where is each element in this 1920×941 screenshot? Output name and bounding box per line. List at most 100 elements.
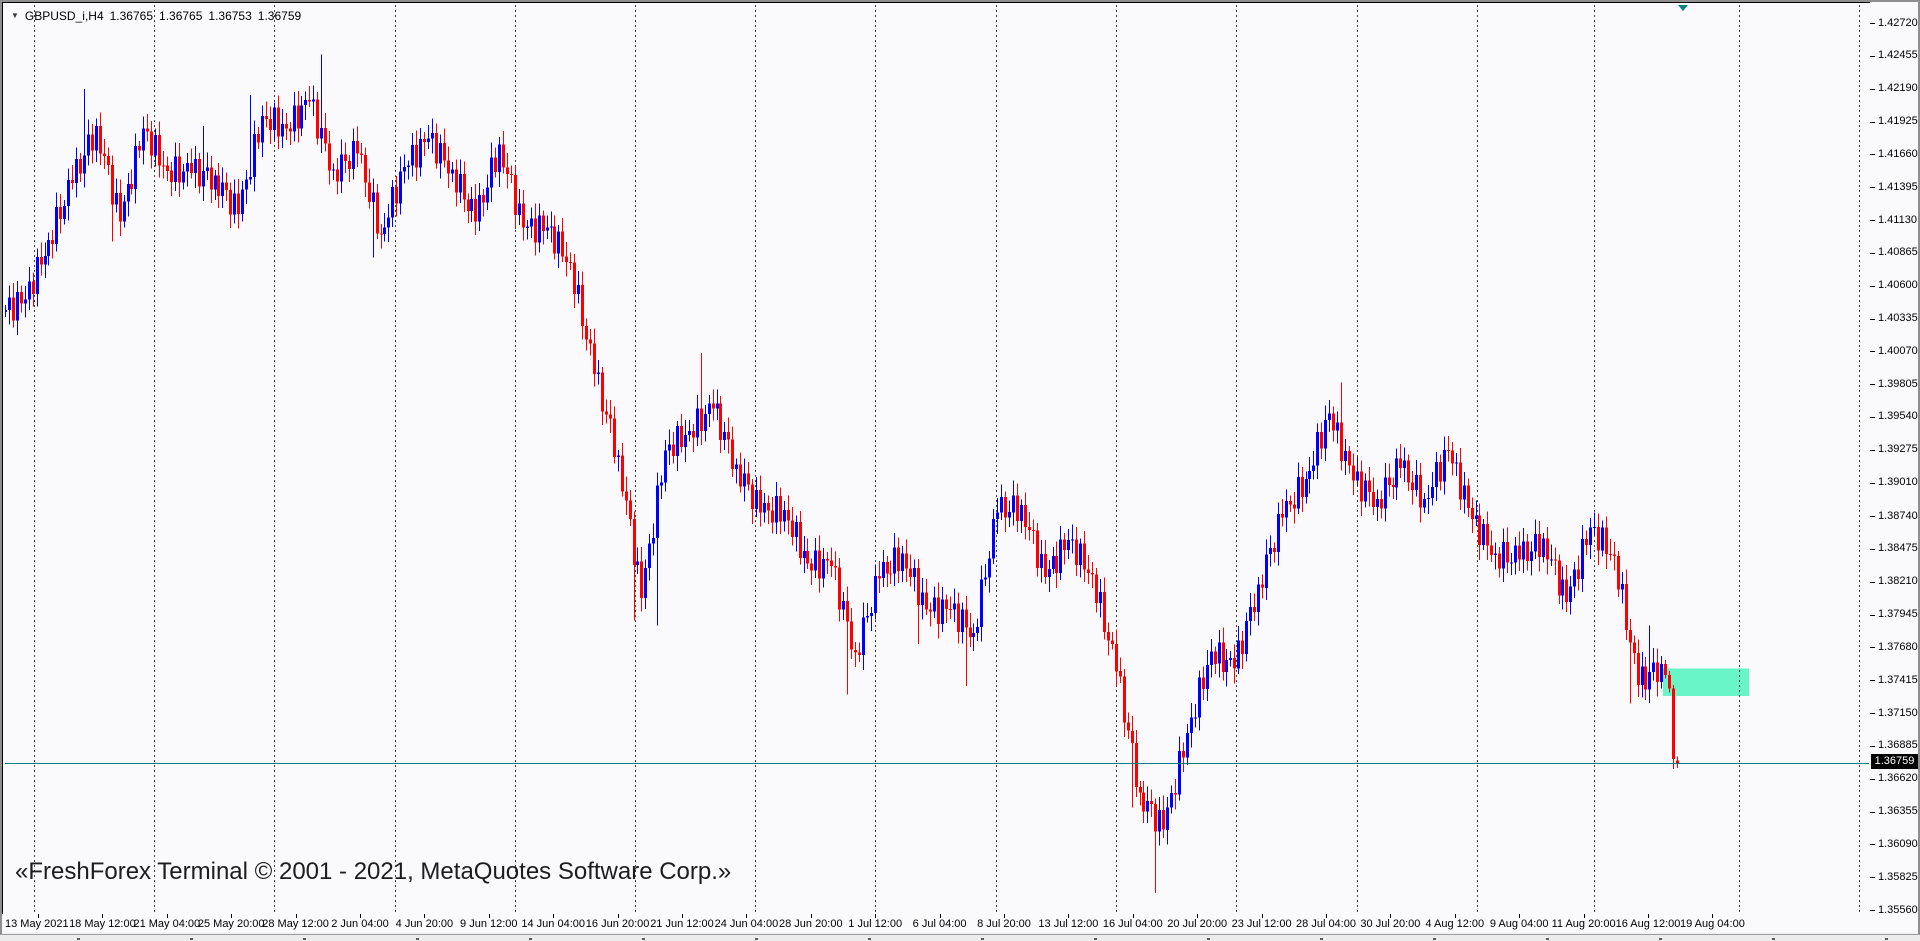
time-axis-label: 13 Jul 12:00: [1038, 918, 1098, 930]
window-top-edge: [0, 0, 1920, 2]
time-axis-label: 16 Aug 12:00: [1616, 918, 1681, 930]
price-tick: [1870, 713, 1875, 714]
price-tick: [1870, 187, 1875, 188]
price-axis-label: 1.36355: [1878, 805, 1918, 817]
price-axis-label: 1.36885: [1878, 739, 1918, 751]
time-axis-label: 28 Jun 20:00: [779, 918, 843, 930]
price-axis-label: 1.38210: [1878, 575, 1918, 587]
time-axis-label: 1 Jul 12:00: [848, 918, 902, 930]
time-axis-label: 28 May 12:00: [262, 918, 329, 930]
time-axis-label: 4 Aug 12:00: [1425, 918, 1484, 930]
price-tick: [1870, 516, 1875, 517]
time-axis-label: 4 Jun 20:00: [396, 918, 454, 930]
chart-title-bar: ▼ GBPUSD_i,H4 1.36765 1.36765 1.36753 1.…: [11, 8, 301, 24]
price-tick: [1870, 483, 1875, 484]
chart-plot-area[interactable]: ▼ GBPUSD_i,H4 1.36765 1.36765 1.36753 1.…: [2, 2, 1871, 915]
time-axis-label: 25 May 20:00: [198, 918, 265, 930]
price-axis-label: 1.37150: [1878, 707, 1918, 719]
current-price-tag: 1.36759: [1871, 754, 1918, 769]
price-tick: [1870, 549, 1875, 550]
time-axis-label: 14 Jun 04:00: [521, 918, 585, 930]
price-tick: [1870, 351, 1875, 352]
price-tick: [1870, 89, 1875, 90]
time-axis[interactable]: 13 May 202118 May 12:0021 May 04:0025 Ma…: [2, 914, 1920, 932]
price-axis-label: 1.41660: [1878, 148, 1918, 160]
price-axis-label: 1.38475: [1878, 542, 1918, 554]
time-axis-label: 11 Aug 20:00: [1552, 918, 1616, 930]
price-tick: [1870, 23, 1875, 24]
price-axis[interactable]: 1.42720 1.42455 1.42190 1.41925 1.41660 1.413…: [1870, 2, 1920, 914]
price-axis-label: 1.36090: [1878, 838, 1918, 850]
price-tick: [1870, 384, 1875, 385]
time-axis-label: 21 Jun 12:00: [650, 918, 714, 930]
price-axis-label: 1.39275: [1878, 443, 1918, 455]
price-tick: [1870, 417, 1875, 418]
time-axis-label: 6 Jul 04:00: [913, 918, 967, 930]
price-axis-label: 1.39805: [1878, 378, 1918, 390]
price-tick: [1870, 910, 1875, 911]
price-tick: [1870, 319, 1875, 320]
price-axis-label: 1.42720: [1878, 17, 1918, 29]
terminal-watermark: «FreshForex Terminal © 2001 - 2021, Meta…: [15, 858, 731, 886]
quote-open: 1.36765: [110, 9, 153, 23]
price-axis-label: 1.40335: [1878, 312, 1918, 324]
time-axis-label: 9 Jun 12:00: [460, 918, 518, 930]
chart-symbol-period: GBPUSD_i,H4: [25, 9, 104, 23]
price-tick: [1870, 220, 1875, 221]
quote-high: 1.36765: [159, 9, 202, 23]
candlestick-chart: [3, 3, 1870, 914]
time-axis-label: 23 Jul 12:00: [1232, 918, 1292, 930]
price-tick: [1870, 56, 1875, 57]
price-axis-label: 1.37680: [1878, 641, 1918, 653]
price-axis-label: 1.40865: [1878, 246, 1918, 258]
price-tick: [1870, 877, 1875, 878]
price-axis-label: 1.41395: [1878, 181, 1918, 193]
price-axis-label: 1.40070: [1878, 345, 1918, 357]
price-tick: [1870, 812, 1875, 813]
price-tick: [1870, 779, 1875, 780]
price-axis-label: 1.37415: [1878, 674, 1918, 686]
price-tick: [1870, 154, 1875, 155]
time-axis-label: 18 May 12:00: [69, 918, 136, 930]
time-axis-label: 19 Aug 04:00: [1680, 918, 1745, 930]
chart-shift-marker-icon: [1678, 5, 1688, 11]
price-axis-label: 1.36620: [1878, 772, 1918, 784]
quote-close: 1.36759: [258, 9, 301, 23]
price-axis-label: 1.39540: [1878, 410, 1918, 422]
price-axis-label: 1.42455: [1878, 49, 1918, 61]
chart-collapse-icon[interactable]: ▼: [11, 12, 19, 20]
time-axis-label: 9 Aug 04:00: [1490, 918, 1549, 930]
time-axis-label: 20 Jul 20:00: [1167, 918, 1227, 930]
price-axis-label: 1.35825: [1878, 871, 1918, 883]
time-axis-label: 21 May 04:00: [133, 918, 200, 930]
price-axis-label: 1.41925: [1878, 115, 1918, 127]
price-tick: [1870, 286, 1875, 287]
price-axis-label: 1.37945: [1878, 608, 1918, 620]
price-tick: [1870, 844, 1875, 845]
price-axis-label: 1.42190: [1878, 82, 1918, 94]
time-axis-label: 8 Jul 20:00: [977, 918, 1031, 930]
price-tick: [1870, 615, 1875, 616]
next-window-gridline-stubs: [0, 938, 1920, 940]
terminal-window: ▼ GBPUSD_i,H4 1.36765 1.36765 1.36753 1.…: [0, 0, 1920, 941]
price-axis-label: 1.39010: [1878, 476, 1918, 488]
price-tick: [1870, 122, 1875, 123]
price-axis-label: 1.41130: [1878, 214, 1917, 226]
time-axis-label: 28 Jul 04:00: [1296, 918, 1356, 930]
window-left-edge: [0, 0, 2, 941]
time-axis-label: 13 May 2021: [5, 918, 69, 930]
price-tick: [1870, 647, 1875, 648]
time-axis-label: 24 Jun 04:00: [715, 918, 779, 930]
price-tick: [1870, 680, 1875, 681]
price-tick: [1870, 746, 1875, 747]
supply-zone-rectangle: [1663, 669, 1749, 696]
quote-low: 1.36753: [208, 9, 251, 23]
price-axis-label: 1.38740: [1878, 510, 1918, 522]
price-tick: [1870, 450, 1875, 451]
price-tick: [1870, 253, 1875, 254]
time-axis-label: 30 Jul 20:00: [1360, 918, 1420, 930]
price-axis-label: 1.40600: [1878, 279, 1918, 291]
time-axis-label: 2 Jun 04:00: [331, 918, 389, 930]
time-axis-label: 16 Jul 04:00: [1103, 918, 1163, 930]
time-axis-label: 16 Jun 20:00: [586, 918, 650, 930]
